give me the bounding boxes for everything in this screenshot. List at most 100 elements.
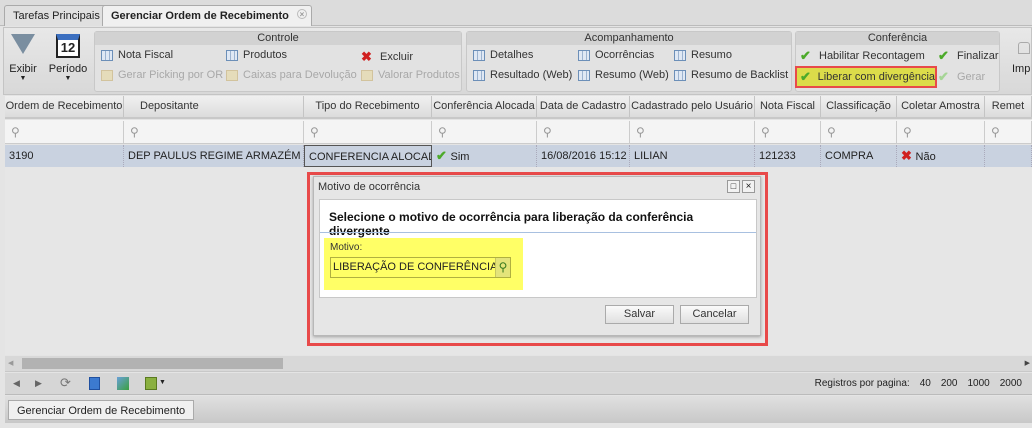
edit-icon	[226, 69, 238, 81]
filter-search-icon[interactable]: ⚲	[124, 121, 304, 143]
caixas-devolucao-button[interactable]: Caixas para Devolução	[226, 69, 357, 81]
column-header[interactable]: Nota Fiscal	[755, 96, 821, 117]
maximize-icon[interactable]: □	[727, 180, 740, 193]
imprimir-button[interactable]: Imp	[1012, 42, 1032, 75]
label: Caixas para Devolução	[243, 69, 357, 81]
horizontal-scrollbar[interactable]: ◀ ▶	[5, 356, 1032, 372]
column-header[interactable]: Depositante	[124, 96, 304, 117]
tab-gerenciar-ordem[interactable]: Gerenciar Ordem de Recebimento ×	[102, 5, 312, 26]
cell-value: 121233	[759, 150, 796, 162]
produtos-button[interactable]: Produtos	[226, 49, 287, 61]
column-header[interactable]: Ordem de Recebimento	[5, 96, 124, 117]
table-cell: ✖ Não	[897, 145, 985, 167]
resumo-backlist-button[interactable]: Resumo de Backlist	[674, 69, 788, 81]
dialog-heading: Selecione o motivo de ocorrência para li…	[329, 210, 694, 238]
label: Resumo de Backlist	[691, 69, 789, 81]
valorar-produtos-button[interactable]: Valorar Produtos	[361, 69, 460, 81]
page-size-2000[interactable]: 2000	[1000, 378, 1022, 389]
table-cell: 121233	[755, 145, 821, 167]
filter-search-icon[interactable]: ⚲	[755, 121, 821, 143]
filter-search-icon[interactable]: ⚲	[985, 121, 1032, 143]
column-header[interactable]: Remet	[985, 96, 1032, 117]
check-icon: ✔	[800, 69, 811, 84]
scrollbar-thumb[interactable]	[22, 358, 283, 369]
filter-search-icon[interactable]: ⚲	[432, 121, 537, 143]
resultado-web-button[interactable]: Resultado (Web)	[473, 69, 572, 81]
resumo-web-button[interactable]: Resumo (Web)	[578, 69, 669, 81]
delete-icon: ✖	[361, 49, 372, 64]
motivo-label: Motivo:	[330, 242, 363, 253]
liberar-divergencia-button[interactable]: ✔ Liberar com divergência	[795, 66, 937, 88]
close-icon[interactable]: ×	[742, 180, 755, 193]
group-title: Conferência	[796, 32, 999, 45]
label: Resultado (Web)	[490, 69, 573, 81]
table-cell: COMPRA	[821, 145, 897, 167]
motivo-input[interactable]: LIBERAÇÃO DE CONFERÊNCIA CO	[330, 257, 511, 278]
habilitar-recontagem-button[interactable]: ✔ Habilitar Recontagem	[800, 48, 925, 64]
page-size-40[interactable]: 40	[920, 378, 931, 389]
table-cell: LILIAN	[630, 145, 755, 167]
label: Resumo	[691, 49, 732, 61]
refresh-icon[interactable]: ⟳	[60, 375, 71, 391]
check-doc-icon[interactable]	[117, 377, 129, 390]
page-size-200[interactable]: 200	[941, 378, 958, 389]
column-header[interactable]: Coletar Amostra	[897, 96, 985, 117]
column-header[interactable]: Data de Cadastro	[537, 96, 630, 117]
close-tab-icon[interactable]: ×	[296, 9, 307, 19]
dialog-body: Selecione o motivo de ocorrência para li…	[319, 199, 757, 298]
check-icon: ✔	[938, 48, 949, 63]
ocorrencias-button[interactable]: Ocorrências	[578, 49, 654, 61]
cancel-button[interactable]: Cancelar	[680, 305, 749, 324]
group-title: Controle	[95, 32, 461, 45]
table-cell: CONFERENCIA ALOCADA	[304, 145, 432, 167]
finalizar-button[interactable]: ✔ Finalizar	[938, 48, 999, 64]
label: Nota Fiscal	[118, 49, 174, 61]
periodo-button[interactable]: 12 Período ▼	[48, 34, 88, 82]
filter-search-icon[interactable]: ⚲	[630, 121, 755, 143]
search-doc-icon[interactable]	[89, 377, 100, 390]
grid-icon	[674, 69, 686, 81]
column-header[interactable]: Cadastrado pelo Usuário	[630, 96, 755, 117]
resumo-button[interactable]: Resumo	[674, 49, 732, 61]
page-size-1000[interactable]: 1000	[968, 378, 990, 389]
column-header[interactable]: Conferência Alocada	[432, 96, 537, 117]
grid-icon	[473, 69, 485, 81]
nota-fiscal-button[interactable]: Nota Fiscal	[101, 49, 173, 61]
filter-search-icon[interactable]: ⚲	[821, 121, 897, 143]
table-cell	[985, 145, 1032, 167]
grid-icon	[674, 49, 686, 61]
dropdown-arrow-icon[interactable]: ▼	[159, 379, 166, 386]
scroll-left-icon[interactable]: ◀	[8, 359, 13, 367]
filter-search-icon[interactable]: ⚲	[537, 121, 630, 143]
next-page-icon[interactable]: ▶	[35, 378, 42, 389]
column-header[interactable]: Tipo do Recebimento	[304, 96, 432, 117]
label: Produtos	[243, 49, 288, 61]
save-button[interactable]: Salvar	[605, 305, 674, 324]
scroll-right-icon[interactable]: ▶	[1025, 359, 1030, 367]
cell-value: CONFERENCIA ALOCADA	[309, 151, 432, 163]
page-size-label: Registros por pagina:	[814, 378, 910, 389]
tab-label: Gerenciar Ordem de Recebimento	[111, 10, 289, 22]
printer-icon	[1018, 42, 1030, 54]
filter-search-icon[interactable]: ⚲	[304, 121, 432, 143]
gerar-button[interactable]: ✔ Gerar	[938, 69, 985, 85]
dropdown-arrow-icon: ▼	[64, 75, 72, 82]
grid-icon	[578, 49, 590, 61]
acompanhamento-group: Acompanhamento Detalhes Ocorrências Resu…	[466, 31, 792, 92]
export-icon[interactable]	[145, 377, 157, 390]
dropdown-arrow-icon: ▼	[19, 75, 27, 82]
tab-tarefas-principais[interactable]: Tarefas Principais	[4, 5, 109, 26]
table-row[interactable]: 3190 DEP PAULUS REGIME ARMAZÉM G... CONFER…	[5, 145, 1032, 167]
filter-search-icon[interactable]: ⚲	[897, 121, 985, 143]
filter-search-icon[interactable]: ⚲	[5, 121, 124, 143]
gerar-picking-button[interactable]: Gerar Picking por OR	[101, 69, 223, 81]
prev-page-icon[interactable]: ◀	[13, 378, 20, 389]
search-icon[interactable]: ⚲	[495, 258, 510, 277]
excluir-button[interactable]: ✖ Excluir	[361, 49, 413, 65]
cell-value: LILIAN	[634, 150, 668, 162]
bottom-tab-gerenciar[interactable]: Gerenciar Ordem de Recebimento	[8, 400, 195, 420]
column-header[interactable]: Classificação	[821, 96, 897, 117]
calendar-icon: 12	[56, 34, 80, 58]
exibir-button[interactable]: Exibir ▼	[8, 34, 38, 82]
detalhes-button[interactable]: Detalhes	[473, 49, 533, 61]
